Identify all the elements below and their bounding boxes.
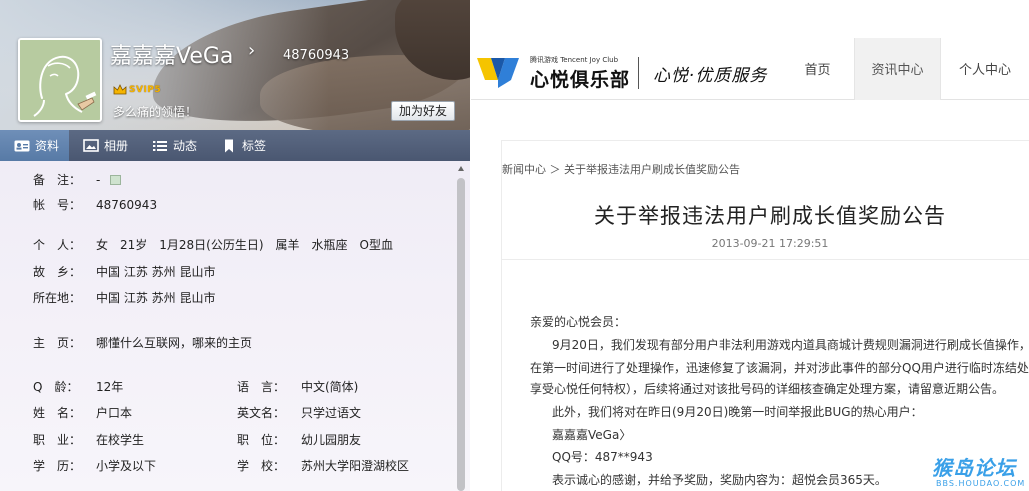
info-label: 姓 名： <box>33 406 82 420</box>
tab-label: 动态 <box>173 139 198 153</box>
site-header: 腾讯游戏 Tencent Joy Club 心悦俱乐部 心悦·优质服务 首页 资… <box>471 38 1029 100</box>
info-label: 故 乡： <box>33 265 82 279</box>
nav-news-center[interactable]: 资讯中心 <box>854 38 941 100</box>
position-value: 幼儿园朋友 <box>301 433 362 447</box>
avatar[interactable] <box>18 38 102 122</box>
joy-club-page: 腾讯游戏 Tencent Joy Club 心悦俱乐部 心悦·优质服务 首页 资… <box>471 0 1029 491</box>
joy-club-logo-icon[interactable] <box>475 50 521 90</box>
location-value: 中国 江苏 苏州 昆山市 <box>96 291 216 305</box>
nav-personal-center[interactable]: 个人中心 <box>941 38 1029 100</box>
info-row-language: 语 言： 中文(简体) <box>237 378 358 395</box>
q-age-value: 12年 <box>96 380 124 394</box>
info-label: Q 龄： <box>33 380 79 394</box>
info-row-position: 职 位： 幼儿园朋友 <box>237 431 361 448</box>
info-row-school: 学 校： 苏州大学阳澄湖校区 <box>237 457 409 474</box>
info-label: 学 校： <box>237 459 286 473</box>
header-divider <box>638 57 639 89</box>
remark-value: - <box>96 173 101 187</box>
article-paragraph-line: 9月20日，我们发现有部分用户非法利用游戏内道具商城计费规则漏洞进行刷成长值操作… <box>552 338 1029 352</box>
watermark-text: 猴岛论坛 <box>932 456 1016 480</box>
brand-slogan: 心悦·优质服务 <box>653 66 768 86</box>
nickname-arrow-icon[interactable]: › <box>248 40 255 61</box>
id-card-icon <box>14 140 30 151</box>
nav-home[interactable]: 首页 <box>781 38 854 100</box>
english-name-value: 只学过语文 <box>301 406 362 420</box>
info-label: 职 位： <box>237 433 286 447</box>
article-date: 2013-09-21 17:29:51 <box>711 237 829 250</box>
article-paragraph-line: 享受心悦任何特权），后续将通过对该批号码的详细核查确定处理方案，请留意近期公告。 <box>530 382 1005 396</box>
hometown-value: 中国 江苏 苏州 昆山市 <box>96 265 216 279</box>
info-label: 个 人： <box>33 238 82 252</box>
info-row-hometown: 故 乡： 中国 江苏 苏州 昆山市 <box>33 263 215 280</box>
info-label: 所在地： <box>33 291 82 305</box>
name-value: 户口本 <box>96 406 133 420</box>
reporter-name: 嘉嘉嘉VeGa〉 <box>552 428 632 442</box>
tab-label: 资料 <box>35 139 60 153</box>
info-row-q-age: Q 龄： 12年 <box>33 378 123 395</box>
education-value: 小学及以下 <box>96 459 157 473</box>
qq-number: 48760943 <box>283 48 350 63</box>
info-row-english-name: 英文名： 只学过语文 <box>237 404 361 421</box>
photo-album-icon <box>83 138 99 152</box>
reporter-qq: QQ号：487**943 <box>552 450 653 464</box>
info-row-location: 所在地： 中国 江苏 苏州 昆山市 <box>33 289 215 306</box>
bookmark-icon <box>225 139 234 152</box>
info-row-occupation: 职 业： 在校学生 <box>33 431 144 448</box>
info-label: 主 页： <box>33 336 82 350</box>
breadcrumb[interactable]: 新闻中心 ＞ 关于举报违法用户刷成长值奖励公告 <box>502 161 740 177</box>
info-row-account: 帐 号： 48760943 <box>33 196 157 213</box>
watermark-url: BBS.HOUDAO.COM <box>936 479 1026 488</box>
tab-label: 相册 <box>104 139 129 153</box>
crown-icon <box>113 84 127 95</box>
edit-remark-icon[interactable] <box>110 175 122 185</box>
reward-text: 表示诚心的感谢，并给予奖励，奖励内容为：超悦会员365天。 <box>552 473 887 487</box>
tab-album[interactable]: 相册 <box>69 130 138 161</box>
article-greeting: 亲爱的心悦会员： <box>530 315 627 329</box>
brand-name[interactable]: 心悦俱乐部 <box>530 65 630 92</box>
info-label: 职 业： <box>33 433 82 447</box>
scrollbar-thumb[interactable] <box>457 178 465 491</box>
info-row-personal: 个 人： 女 21岁 1月28日(公历生日) 属羊 水瓶座 O型血 <box>33 236 393 253</box>
account-value: 48760943 <box>96 198 158 212</box>
nickname[interactable]: 嘉嘉嘉VeGa <box>110 38 233 70</box>
tab-tags[interactable]: 标签 <box>207 130 276 161</box>
info-row-name: 姓 名： 户口本 <box>33 404 132 421</box>
info-row-education: 学 历： 小学及以下 <box>33 457 156 474</box>
tab-label: 标签 <box>242 139 267 153</box>
main-nav: 首页 资讯中心 个人中心 <box>781 38 1029 100</box>
info-label: 英文名： <box>237 406 286 420</box>
tab-profile[interactable]: 资料 <box>0 130 70 161</box>
info-label: 备 注： <box>33 173 82 187</box>
feed-list-icon <box>153 140 168 151</box>
brand-tagline: 腾讯游戏 Tencent Joy Club <box>530 56 619 64</box>
info-row-homepage: 主 页： 哪懂什么互联网，哪来的主页 <box>33 334 252 351</box>
personal-signature: 多么痛的领悟！ <box>113 105 198 119</box>
svip-badge[interactable]: SVIP5 <box>113 84 161 95</box>
profile-tabs: 资料 相册 动态 标签 <box>0 130 470 161</box>
info-row-remark: 备 注： - <box>33 171 122 188</box>
title-divider <box>502 259 1029 260</box>
occupation-value: 在校学生 <box>96 433 145 447</box>
scroll-up-arrow-icon[interactable] <box>458 166 464 171</box>
info-label: 语 言： <box>237 380 286 394</box>
article-title: 关于举报违法用户刷成长值奖励公告 <box>594 204 946 228</box>
school-value: 苏州大学阳澄湖校区 <box>301 459 410 473</box>
forum-watermark: 猴岛论坛 BBS.HOUDAO.COM <box>930 452 1029 491</box>
article-paragraph-line: 在第一时间进行了处理操作，迅速修复了该漏洞，并对涉此事件的部分QQ用户进行临时冻… <box>530 361 1029 375</box>
personal-value: 女 21岁 1月28日(公历生日) 属羊 水瓶座 O型血 <box>96 238 393 252</box>
homepage-value: 哪懂什么互联网，哪来的主页 <box>96 336 253 350</box>
add-friend-button[interactable]: 加为好友 <box>391 101 455 121</box>
qq-profile-panel: 嘉嘉嘉VeGa › 48760943 SVIP5 多么痛的领悟！ 加为好友 资料… <box>0 0 470 491</box>
tab-feed[interactable]: 动态 <box>138 130 207 161</box>
info-label: 帐 号： <box>33 198 82 212</box>
info-label: 学 历： <box>33 459 82 473</box>
svip-level: SVIP5 <box>129 84 162 95</box>
language-value: 中文(简体) <box>301 380 359 394</box>
article-paragraph-line: 此外，我们将对在昨日(9月20日)晚第一时间举报此BUG的热心用户： <box>552 405 923 419</box>
